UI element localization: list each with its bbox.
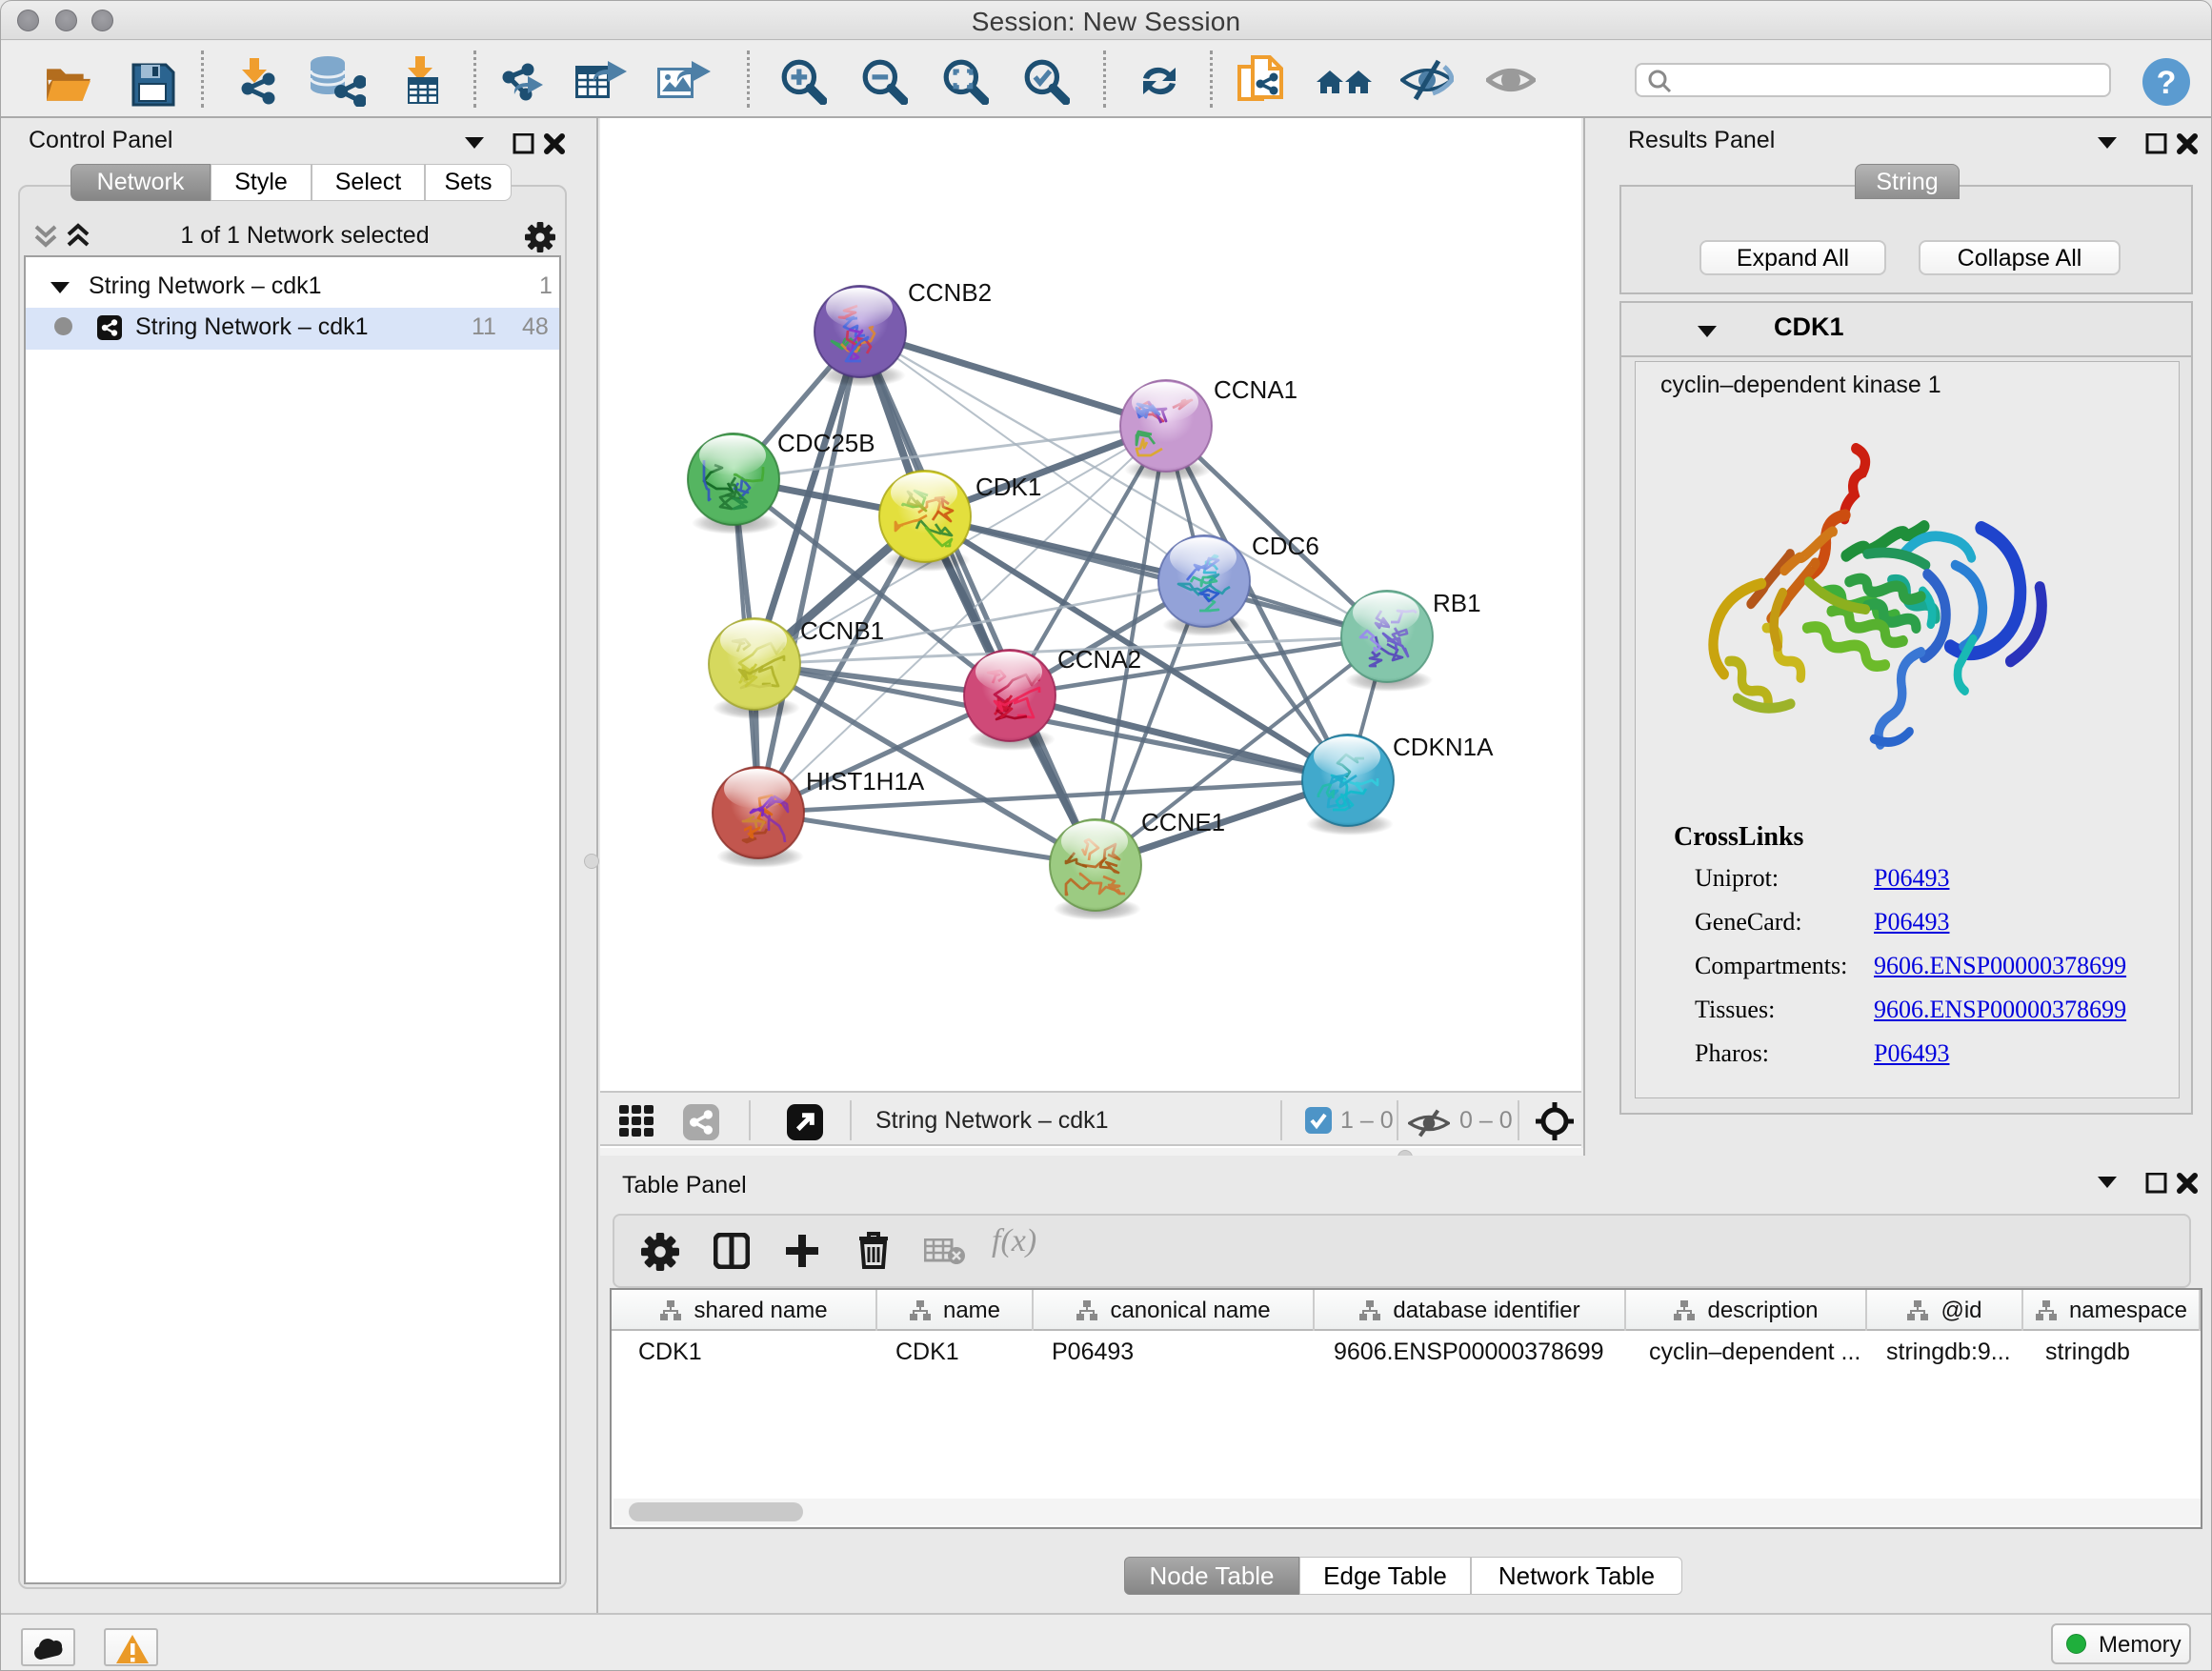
- svg-text:CDC6: CDC6: [1252, 532, 1319, 560]
- svg-text:CCNB2: CCNB2: [908, 278, 992, 307]
- svg-text:CCNB1: CCNB1: [800, 616, 884, 645]
- svg-text:CDKN1A: CDKN1A: [1393, 733, 1494, 761]
- svg-text:CCNA1: CCNA1: [1214, 375, 1297, 404]
- svg-text:CDC25B: CDC25B: [777, 429, 875, 457]
- svg-text:CDK1: CDK1: [975, 473, 1041, 501]
- svg-text:RB1: RB1: [1433, 589, 1481, 617]
- svg-text:CCNA2: CCNA2: [1057, 645, 1141, 674]
- svg-text:CCNE1: CCNE1: [1141, 808, 1225, 836]
- svg-text:?: ?: [2157, 65, 2177, 101]
- svg-text:HIST1H1A: HIST1H1A: [806, 767, 925, 795]
